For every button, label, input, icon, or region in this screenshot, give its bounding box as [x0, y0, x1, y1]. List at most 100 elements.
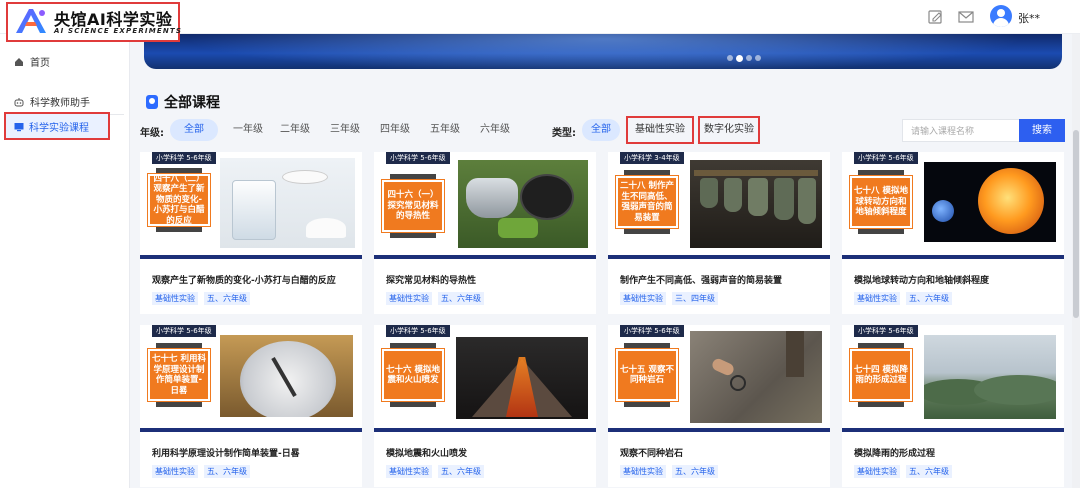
top-header: 央馆AI科学实验 AI SCIENCE EXPERIMENTS 张**: [0, 0, 1080, 42]
card-grade: 五、六年级: [672, 465, 718, 478]
card-title[interactable]: 模拟地震和火山喷发: [386, 446, 467, 459]
card-meta: 基础性实验 五、六年级: [620, 465, 718, 478]
grade-filter-3[interactable]: 三年级: [324, 119, 366, 141]
sidebar-item-label: 科学教师助手: [30, 98, 90, 109]
card-type: 基础性实验: [386, 292, 432, 305]
chat-bubble-icon: [146, 95, 158, 109]
card-grade: 五、六年级: [204, 292, 250, 305]
course-card[interactable]: 小学科学 5-6年级 七十四 模拟降雨的形成过程 模拟降雨的形成过程 基础性实验…: [842, 325, 1064, 487]
card-tag: 小学科学 5-6年级: [386, 325, 450, 337]
card-divider: [140, 428, 362, 432]
course-number-badge: 七十五 观察不同种岩石: [615, 343, 679, 407]
username[interactable]: 张**: [1018, 10, 1040, 26]
card-title[interactable]: 观察不同种岩石: [620, 446, 683, 459]
scrollbar-thumb[interactable]: [1073, 130, 1079, 318]
card-divider: [140, 255, 362, 259]
sidebar-item-home[interactable]: 首页: [14, 54, 50, 69]
home-icon: [15, 57, 23, 66]
monitor-icon: [14, 122, 24, 131]
card-type: 基础性实验: [386, 465, 432, 478]
card-type: 基础性实验: [620, 292, 666, 305]
logo-subtitle: AI SCIENCE EXPERIMENTS: [54, 27, 183, 35]
carousel-dot[interactable]: [755, 55, 761, 61]
course-number-badge: 七十六 模拟地震和火山喷发: [381, 343, 445, 407]
card-divider: [842, 255, 1064, 259]
card-divider: [842, 428, 1064, 432]
course-card[interactable]: 小学科学 5-6年级 七十六 模拟地震和火山喷发 模拟地震和火山喷发 基础性实验…: [374, 325, 596, 487]
carousel-dot[interactable]: [727, 55, 733, 61]
card-grade: 五、六年级: [204, 465, 250, 478]
card-grade: 五、六年级: [438, 292, 484, 305]
carousel-dot[interactable]: [746, 55, 752, 61]
sidebar-item-label: 首页: [30, 58, 50, 69]
course-number-badge: 七十八 模拟地球转动方向和地轴倾斜程度: [849, 170, 913, 234]
type-filter-all[interactable]: 全部: [582, 119, 620, 141]
card-divider: [374, 428, 596, 432]
card-tag: 小学科学 5-6年级: [152, 325, 216, 337]
type-filter-basic[interactable]: 基础性实验: [626, 116, 694, 144]
card-grade: 五、六年级: [906, 465, 952, 478]
card-tag: 小学科学 5-6年级: [854, 152, 918, 164]
card-meta: 基础性实验 五、六年级: [386, 465, 484, 478]
course-number-badge: 七十七 利用科学原理设计制作简单装置-日晷: [147, 343, 211, 407]
card-grade: 五、六年级: [906, 292, 952, 305]
course-number-badge: 四十八（二）观察产生了新物质的变化-小苏打与白醋的反应: [147, 168, 211, 232]
course-card[interactable]: 小学科学 5-6年级 四十八（二）观察产生了新物质的变化-小苏打与白醋的反应 观…: [140, 152, 362, 314]
card-type: 基础性实验: [854, 465, 900, 478]
sidebar: 首页 科学教师助手: [0, 34, 130, 488]
course-number-badge: 二十八 制作产生不同高低、强弱声音的简易装置: [615, 170, 679, 234]
course-card[interactable]: 小学科学 5-6年级 七十五 观察不同种岩石 观察不同种岩石 基础性实验 五、六…: [608, 325, 830, 487]
card-tag: 小学科学 5-6年级: [620, 325, 684, 337]
logo[interactable]: 央馆AI科学实验 AI SCIENCE EXPERIMENTS: [6, 2, 183, 42]
course-card[interactable]: 小学科学 5-6年级 七十七 利用科学原理设计制作简单装置-日晷 利用科学原理设…: [140, 325, 362, 487]
logo-a-icon: [16, 9, 46, 33]
user-avatar-icon[interactable]: [990, 5, 1012, 27]
card-title[interactable]: 观察产生了新物质的变化-小苏打与白醋的反应: [152, 273, 336, 286]
section-header: 全部课程: [146, 92, 220, 112]
sidebar-item-science-courses[interactable]: 科学实验课程: [4, 112, 110, 140]
card-divider: [374, 255, 596, 259]
grade-label: 年级:: [140, 128, 164, 139]
card-divider: [608, 255, 830, 259]
grade-filter-6[interactable]: 六年级: [474, 119, 516, 141]
card-type: 基础性实验: [152, 465, 198, 478]
card-title[interactable]: 利用科学原理设计制作简单装置-日晷: [152, 446, 300, 459]
card-grade: 三、四年级: [672, 292, 718, 305]
sidebar-item-teacher-assistant[interactable]: 科学教师助手: [14, 94, 90, 109]
course-card[interactable]: 小学科学 5-6年级 七十八 模拟地球转动方向和地轴倾斜程度 模拟地球转动方向和…: [842, 152, 1064, 314]
card-title[interactable]: 模拟降雨的形成过程: [854, 446, 935, 459]
carousel-dots: [727, 54, 761, 62]
card-title[interactable]: 探究常见材料的导热性: [386, 273, 476, 286]
grade-filter-2[interactable]: 二年级: [274, 119, 316, 141]
card-meta: 基础性实验 五、六年级: [152, 465, 250, 478]
grade-filter-5[interactable]: 五年级: [424, 119, 466, 141]
edit-icon[interactable]: [928, 10, 944, 24]
course-number-badge: 四十六（一）探究常见材料的导热性: [381, 174, 445, 238]
card-type: 基础性实验: [152, 292, 198, 305]
sidebar-item-label: 科学实验课程: [29, 123, 89, 134]
card-meta: 基础性实验 五、六年级: [152, 292, 250, 305]
card-title[interactable]: 模拟地球转动方向和地轴倾斜程度: [854, 273, 989, 286]
card-tag: 小学科学 5-6年级: [152, 152, 216, 164]
banner-carousel[interactable]: [144, 34, 1062, 69]
card-tag: 小学科学 5-6年级: [854, 325, 918, 337]
type-filter-digital[interactable]: 数字化实验: [698, 116, 760, 144]
course-number-badge: 七十四 模拟降雨的形成过程: [849, 343, 913, 407]
card-tag: 小学科学 5-6年级: [386, 152, 450, 164]
grade-filter-1[interactable]: 一年级: [226, 119, 270, 141]
card-meta: 基础性实验 五、六年级: [854, 292, 952, 305]
course-card[interactable]: 小学科学 3-4年级 二十八 制作产生不同高低、强弱声音的简易装置 制作产生不同…: [608, 152, 830, 314]
card-meta: 基础性实验 三、四年级: [620, 292, 718, 305]
card-grade: 五、六年级: [438, 465, 484, 478]
search-button[interactable]: 搜索: [1019, 119, 1065, 142]
card-tag: 小学科学 3-4年级: [620, 152, 684, 164]
course-search-input[interactable]: [902, 119, 1020, 142]
card-title[interactable]: 制作产生不同高低、强弱声音的简易装置: [620, 273, 782, 286]
mail-icon[interactable]: [958, 10, 974, 24]
course-card[interactable]: 小学科学 5-6年级 四十六（一）探究常见材料的导热性 探究常见材料的导热性 基…: [374, 152, 596, 314]
carousel-dot-active[interactable]: [736, 54, 743, 62]
card-divider: [608, 428, 830, 432]
card-type: 基础性实验: [620, 465, 666, 478]
grade-filter-all[interactable]: 全部: [170, 119, 218, 141]
grade-filter-4[interactable]: 四年级: [374, 119, 416, 141]
